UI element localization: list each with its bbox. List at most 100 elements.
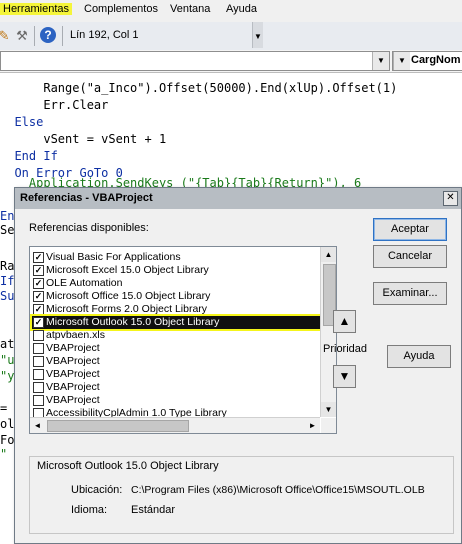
reference-label: Visual Basic For Applications (46, 251, 181, 263)
scroll-left-icon[interactable]: ◄ (30, 418, 45, 433)
reference-label: Microsoft Outlook 15.0 Object Library (46, 316, 220, 328)
toolbar-separator (62, 26, 63, 46)
reference-row[interactable]: ✓ Microsoft Outlook 15.0 Object Library (30, 314, 320, 331)
reference-label: VBAProject (46, 355, 100, 367)
horizontal-scrollbar[interactable]: ◄ ► (30, 417, 320, 433)
code-fragment: Fo (0, 433, 15, 447)
menu-ayuda[interactable]: Ayuda (226, 3, 257, 15)
code-line: Else (0, 115, 44, 129)
code-fragment: at (0, 337, 15, 351)
reference-label: VBAProject (46, 394, 100, 406)
menu-complementos[interactable]: Complementos (84, 3, 158, 15)
selected-reference-name: Microsoft Outlook 15.0 Object Library (35, 460, 221, 472)
references-dialog: Referencias - VBAProject ✕ Referencias d… (14, 187, 462, 544)
reference-label: atpvbaen.xls (46, 329, 105, 341)
code-fragment: Se (0, 223, 15, 237)
reference-label: VBAProject (46, 381, 100, 393)
checkbox-unchecked[interactable] (33, 343, 44, 354)
reference-row[interactable]: VBAProject (32, 381, 320, 394)
menu-herramientas[interactable]: Herramientas (0, 3, 73, 15)
help-button[interactable]: Ayuda (387, 345, 451, 368)
available-references-label: Referencias disponibles: (29, 222, 149, 234)
menu-bar: Herramientas Complementos Ventana Ayuda (0, 0, 462, 22)
code-combos: ▼ ▼ CargNom (0, 50, 462, 73)
code-fragment: "u (0, 353, 15, 367)
language-value: Estándar (131, 504, 176, 516)
accept-button[interactable]: Aceptar (373, 218, 447, 241)
reference-row[interactable]: atpvbaen.xls (32, 329, 320, 342)
reference-row[interactable]: AccessibilityCplAdmin 1.0 Type Library (32, 407, 320, 417)
reference-label: Microsoft Forms 2.0 Object Library (46, 303, 208, 315)
checkbox-unchecked[interactable] (33, 408, 44, 417)
checkbox-unchecked[interactable] (33, 369, 44, 380)
code-fragment: If (0, 274, 15, 288)
reference-row[interactable]: ✓ Microsoft Forms 2.0 Object Library (32, 303, 320, 316)
reference-row[interactable]: VBAProject (32, 355, 320, 368)
checkbox-checked[interactable]: ✓ (33, 317, 44, 328)
code-line: End If (0, 149, 58, 163)
priority-down-icon[interactable]: ▼ (333, 365, 356, 388)
checkbox-unchecked[interactable] (33, 330, 44, 341)
code-fragment: En (0, 209, 15, 223)
cancel-button[interactable]: Cancelar (373, 245, 447, 268)
location-value: C:\Program Files (x86)\Microsoft Office\… (131, 484, 425, 496)
code-line: Err.Clear (0, 98, 109, 112)
browse-button[interactable]: Examinar... (373, 282, 447, 305)
checkbox-checked[interactable]: ✓ (33, 265, 44, 276)
code-fragment: " (0, 447, 8, 461)
dialog-title: Referencias - VBAProject (20, 192, 153, 204)
chevron-down-icon[interactable]: ▼ (393, 52, 410, 70)
cursor-position: Lín 192, Col 1 (70, 29, 139, 41)
close-icon[interactable]: ✕ (443, 191, 458, 206)
object-combo[interactable]: ▼ (0, 51, 390, 71)
checkbox-unchecked[interactable] (33, 356, 44, 367)
code-fragment: Ra (0, 259, 15, 273)
reference-row[interactable]: VBAProject (32, 368, 320, 381)
toolbox-icon[interactable]: ✎ (0, 28, 12, 44)
toolbar-overflow-icon[interactable]: ▼ (252, 22, 263, 48)
reference-row[interactable]: ✓ Microsoft Excel 15.0 Object Library (32, 264, 320, 277)
reference-row[interactable]: ✓ Visual Basic For Applications (32, 251, 320, 264)
code-fragment: = (0, 401, 8, 415)
toolbar: ✎ ⚒ ? Lín 192, Col 1 (0, 22, 462, 51)
reference-row[interactable]: ✓ Microsoft Office 15.0 Object Library (32, 290, 320, 303)
checkbox-unchecked[interactable] (33, 382, 44, 393)
toolbar-separator (34, 26, 35, 46)
scroll-up-icon[interactable]: ▲ (321, 247, 336, 262)
language-label: Idioma: (71, 504, 108, 516)
checkbox-unchecked[interactable] (33, 395, 44, 406)
procedure-combo[interactable]: ▼ CargNom (392, 51, 462, 71)
reference-label: Microsoft Excel 15.0 Object Library (46, 264, 209, 276)
reference-label: VBAProject (46, 368, 100, 380)
checkbox-checked[interactable]: ✓ (33, 278, 44, 289)
priority-label: Prioridad (323, 343, 368, 355)
code-fragment: ol (0, 417, 15, 431)
menu-ventana[interactable]: Ventana (170, 3, 210, 15)
checkbox-checked[interactable]: ✓ (33, 304, 44, 315)
help-icon[interactable]: ? (40, 27, 56, 43)
reference-label: AccessibilityCplAdmin 1.0 Type Library (46, 407, 227, 417)
reference-label: OLE Automation (46, 277, 123, 289)
scroll-right-icon[interactable]: ► (305, 418, 320, 433)
reference-row[interactable]: VBAProject (32, 394, 320, 407)
code-line: Range("a_Inco").Offset(50000).End(xlUp).… (0, 81, 398, 95)
code-fragment: "y (0, 369, 15, 383)
procedure-value: CargNom (411, 54, 461, 66)
scroll-corner (321, 418, 336, 433)
reference-row[interactable]: VBAProject (32, 342, 320, 355)
chevron-down-icon[interactable]: ▼ (372, 52, 389, 70)
checkbox-checked[interactable]: ✓ (33, 291, 44, 302)
scroll-down-icon[interactable]: ▼ (321, 402, 336, 417)
dialog-titlebar[interactable]: Referencias - VBAProject ✕ (15, 188, 461, 209)
priority-up-icon[interactable]: ▲ (333, 310, 356, 333)
reference-label: VBAProject (46, 342, 100, 354)
reference-label: Microsoft Office 15.0 Object Library (46, 290, 211, 302)
location-label: Ubicación: (71, 484, 123, 496)
checkbox-checked[interactable]: ✓ (33, 252, 44, 263)
references-listbox[interactable]: ✓ Visual Basic For Applications ✓ Microsoft… (29, 246, 337, 434)
scroll-thumb[interactable] (47, 420, 189, 432)
tools-icon[interactable]: ⚒ (14, 28, 30, 44)
references-list: ✓ Visual Basic For Applications ✓ Microsoft… (30, 247, 320, 417)
reference-row[interactable]: ✓ OLE Automation (32, 277, 320, 290)
code-line: vSent = vSent + 1 (0, 132, 167, 146)
